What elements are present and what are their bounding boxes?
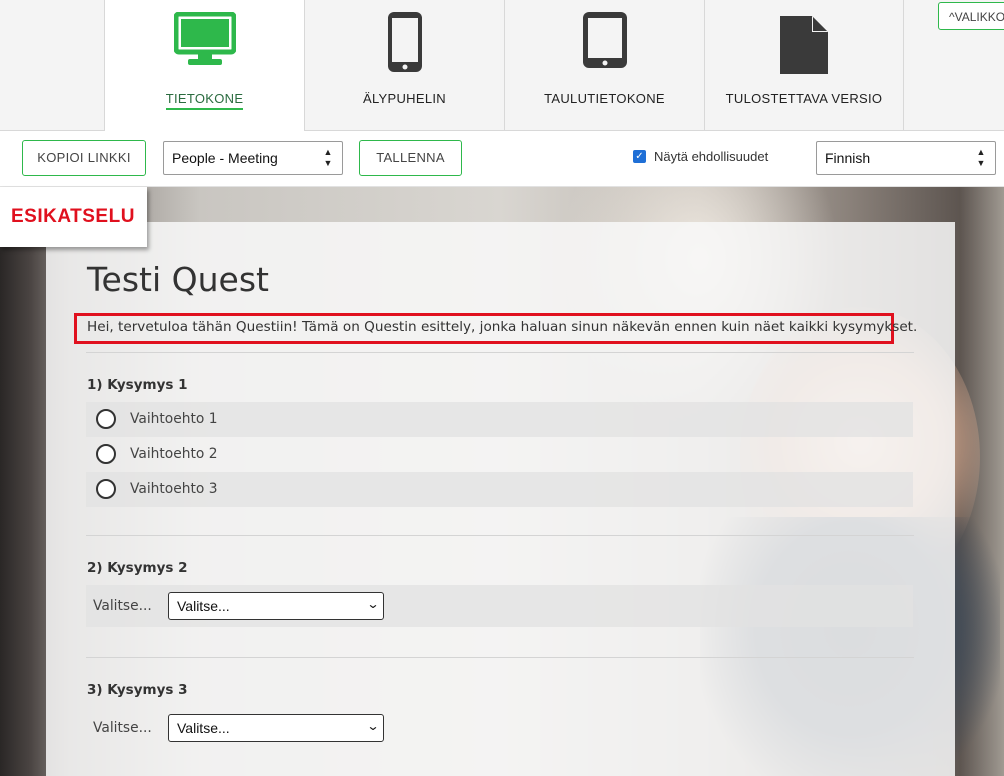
question-2-row: Valitse... Valitse... ⌄ (86, 585, 913, 627)
divider (86, 535, 914, 536)
question-2-heading: 2) Kysymys 2 (87, 560, 188, 576)
copy-link-button[interactable]: KOPIOI LINKKI (22, 140, 146, 176)
tab-smartphone-label: ÄLYPUHELIN (363, 91, 446, 106)
tab-smartphone[interactable]: ÄLYPUHELIN (304, 0, 504, 131)
chevron-down-icon: ⌄ (366, 597, 380, 611)
device-view-bar: TIETOKONE ÄLYPUHELIN TAULUTIETOKONE TULO… (0, 0, 1004, 131)
radio-option-label: Vaihtoehto 3 (130, 481, 218, 497)
language-select-value: Finnish (825, 150, 871, 166)
quest-form-card: Testi Quest Hei, tervetuloa tähän Questi… (46, 222, 955, 776)
theme-select-value: People - Meeting (172, 150, 278, 166)
divider (86, 352, 914, 353)
divider (86, 657, 914, 658)
radio-option-3[interactable]: Vaihtoehto 3 (86, 472, 913, 507)
tab-printable-label: TULOSTETTAVA VERSIO (725, 91, 883, 106)
question-1-heading: 1) Kysymys 1 (87, 377, 188, 393)
intro-text: Hei, tervetuloa tähän Questiin! Tämä on … (87, 319, 918, 335)
language-select[interactable]: Finnish ▲ ▼ (816, 141, 996, 175)
show-conditions-checkbox[interactable]: ✓ (633, 150, 646, 163)
radio-option-1[interactable]: Vaihtoehto 1 (86, 402, 913, 437)
radio-option-label: Vaihtoehto 2 (130, 446, 218, 462)
select-spinner-icon: ▲ ▼ (976, 147, 986, 168)
radio-button[interactable] (96, 479, 116, 499)
question-2-select-value: Valitse... (177, 598, 230, 614)
question-3-select-value: Valitse... (177, 720, 230, 736)
desktop-monitor-icon (105, 12, 304, 74)
question-3-select[interactable]: Valitse... ⌄ (168, 714, 384, 742)
radio-option-label: Vaihtoehto 1 (130, 411, 218, 427)
theme-select[interactable]: People - Meeting ▲ ▼ (163, 141, 343, 175)
preview-badge: ESIKATSELU (0, 187, 147, 247)
smartphone-icon (305, 12, 504, 74)
menu-button[interactable]: ^VALIKKO (938, 2, 1004, 30)
radio-button[interactable] (96, 444, 116, 464)
chevron-down-icon: ⌄ (366, 719, 380, 733)
question-3-row: Valitse... Valitse... ⌄ (86, 707, 913, 749)
show-conditions-label: Näytä ehdollisuudet (654, 149, 769, 164)
tab-desktop-label: TIETOKONE (165, 91, 244, 110)
preview-badge-label: ESIKATSELU (11, 206, 135, 227)
tablet-icon (505, 12, 704, 74)
question-3-label: Valitse... (93, 720, 152, 736)
tab-printable[interactable]: TULOSTETTAVA VERSIO (704, 0, 904, 131)
save-button[interactable]: TALLENNA (359, 140, 462, 176)
tab-tablet[interactable]: TAULUTIETOKONE (504, 0, 704, 131)
tab-tablet-label: TAULUTIETOKONE (544, 91, 665, 106)
radio-option-2[interactable]: Vaihtoehto 2 (86, 437, 913, 472)
question-2-select[interactable]: Valitse... ⌄ (168, 592, 384, 620)
page-title: Testi Quest (87, 260, 269, 299)
question-2-label: Valitse... (93, 598, 152, 614)
radio-button[interactable] (96, 409, 116, 429)
document-icon (705, 16, 903, 78)
toolbar: KOPIOI LINKKI People - Meeting ▲ ▼ TALLEN… (0, 131, 1004, 187)
tab-desktop[interactable]: TIETOKONE (104, 0, 304, 131)
select-spinner-icon: ▲ ▼ (323, 147, 333, 168)
question-3-heading: 3) Kysymys 3 (87, 682, 188, 698)
